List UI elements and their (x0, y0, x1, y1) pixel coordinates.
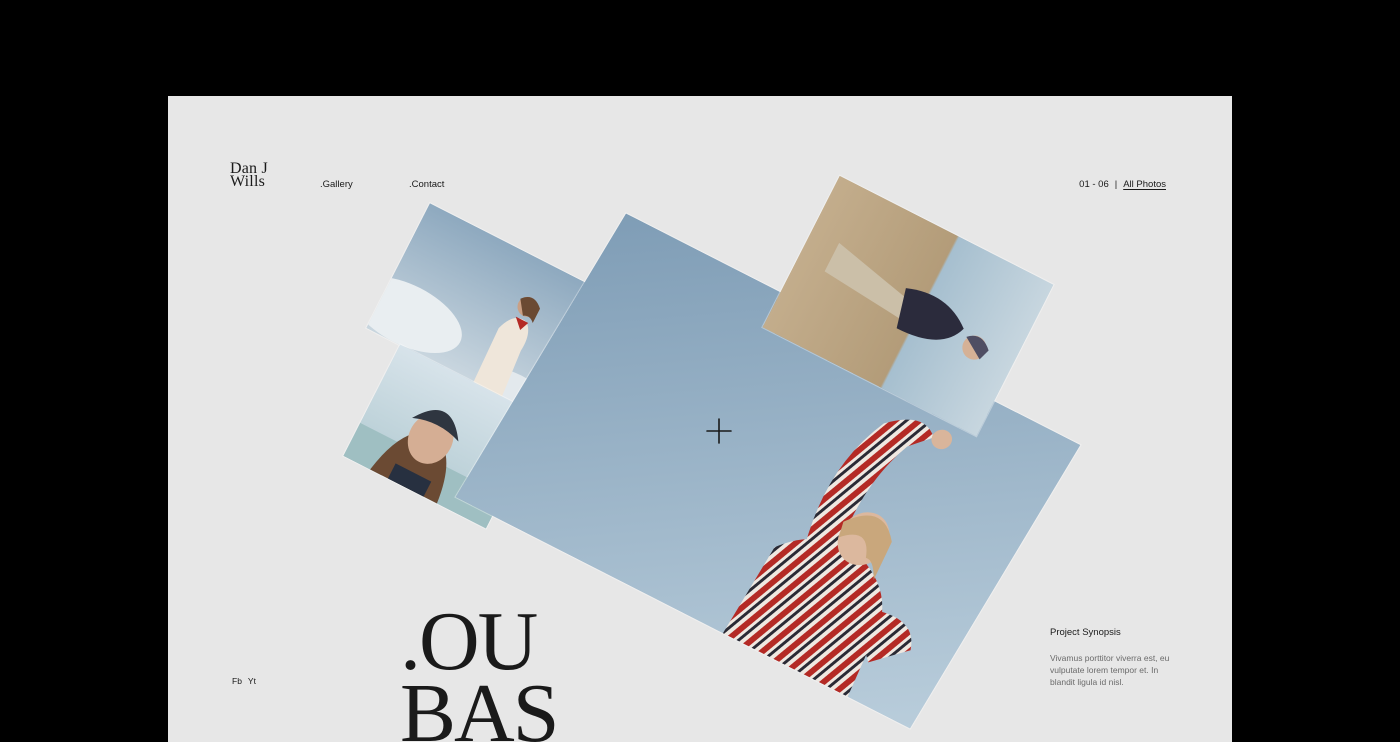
all-photos-link[interactable]: All Photos (1123, 179, 1166, 190)
photo-counter: 01 - 06 | All Photos (1079, 179, 1166, 190)
photo-range: 01 - 06 (1079, 179, 1109, 190)
synopsis-body: Vivamus porttitor viverra est, eu vulput… (1050, 653, 1170, 687)
hero-title-line-2: BAS (400, 667, 559, 742)
counter-separator: | (1114, 179, 1118, 190)
crosshair-icon (706, 418, 732, 444)
nav-gallery-link[interactable]: .Gallery (320, 179, 353, 190)
facebook-link[interactable]: Fb (232, 676, 242, 686)
nav-contact-link[interactable]: .Contact (409, 179, 444, 190)
synopsis-title: Project Synopsis (1050, 627, 1121, 638)
logo-line-2: Wills (230, 173, 266, 190)
page-canvas: Dan J Wills .Gallery .Contact 01 - 06 | … (168, 96, 1232, 742)
hero-title: .OU BAS (400, 600, 559, 742)
youtube-link[interactable]: Yt (248, 676, 256, 686)
project-synopsis: Project Synopsis Vivamus porttitor viver… (1050, 627, 1180, 688)
site-logo[interactable]: Dan J Wills (230, 161, 268, 190)
social-links: Fb Yt (232, 676, 256, 686)
